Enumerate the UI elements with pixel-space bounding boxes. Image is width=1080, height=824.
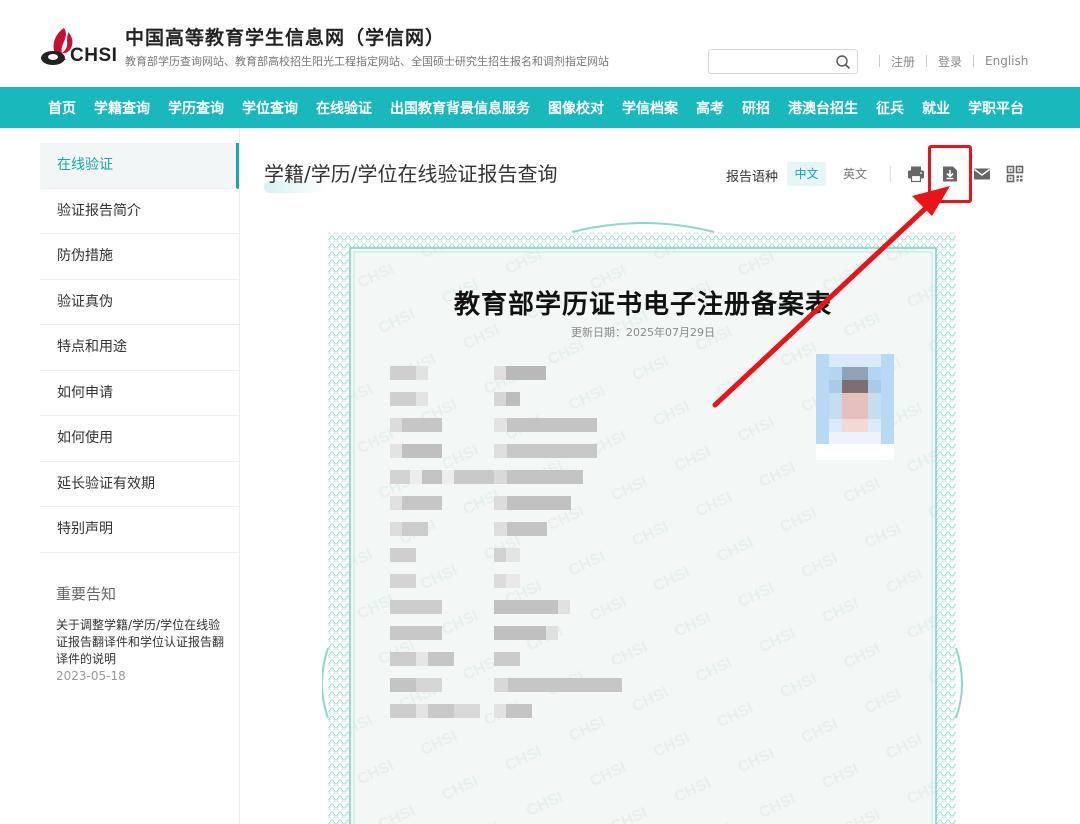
redacted-value	[494, 522, 547, 536]
search-box	[708, 49, 858, 74]
redacted-label	[390, 626, 442, 640]
annotation-highlight-box	[928, 145, 972, 203]
qrcode-icon[interactable]	[1006, 165, 1024, 183]
site-title: 中国高等教育学生信息网（学信网）	[125, 27, 446, 49]
student-photo-pixelated	[816, 354, 894, 460]
site-header: CHSI 中国高等教育学生信息网（学信网） 教育部学历查询网站、教育部高校招生阳…	[0, 0, 1080, 87]
nav-item-home[interactable]: 首页	[48, 98, 76, 118]
nav-item-yanzhao[interactable]: 研招	[742, 98, 770, 118]
nav-item-abroad-service[interactable]: 出国教育背景信息服务	[390, 98, 530, 118]
nav-item-degree-query[interactable]: 学位查询	[242, 98, 298, 118]
redacted-value	[494, 704, 532, 718]
certificate-preview: CHSI 教育部学历证书电子注册备案表 更新日期：2025年07月29日	[322, 218, 964, 824]
redacted-label	[390, 652, 454, 666]
sidebar-item-how-apply[interactable]: 如何申请	[40, 371, 239, 416]
redacted-label	[390, 392, 428, 406]
sidebar-item-statement[interactable]: 特别声明	[40, 507, 239, 553]
top-links: 注册 登录 English	[868, 53, 1028, 69]
lang-english-button[interactable]: 英文	[838, 162, 872, 186]
sidebar-item-how-use[interactable]: 如何使用	[40, 416, 239, 462]
divider	[879, 55, 880, 67]
sidebar-item-online-verify[interactable]: 在线验证	[40, 143, 239, 189]
redacted-value	[494, 418, 597, 432]
main-nav: 首页 学籍查询 学历查询 学位查询 在线验证 出国教育背景信息服务 图像校对 学…	[0, 87, 1080, 128]
nav-item-image-check[interactable]: 图像校对	[548, 98, 604, 118]
sidebar-divider	[239, 128, 240, 824]
divider	[973, 55, 975, 67]
notice-link[interactable]: 关于调整学籍/学历/学位在线验证报告翻译件和学位认证报告翻译件的说明	[40, 617, 239, 668]
nav-item-degree-cert-query[interactable]: 学历查询	[168, 98, 224, 118]
redacted-value	[494, 548, 520, 562]
english-link[interactable]: English	[985, 54, 1028, 68]
logo-text: CHSI	[70, 45, 118, 66]
redacted-label	[390, 470, 494, 484]
print-icon[interactable]	[907, 165, 925, 183]
redacted-value	[494, 444, 597, 458]
notice-date: 2023-05-18	[56, 668, 126, 683]
nav-item-hmt[interactable]: 港澳台招生	[788, 98, 858, 118]
sidebar-item-features[interactable]: 特点和用途	[40, 325, 239, 371]
nav-item-archive[interactable]: 学信档案	[622, 98, 678, 118]
nav-item-conscription[interactable]: 征兵	[876, 98, 904, 118]
redacted-label	[390, 600, 442, 614]
redacted-label	[390, 522, 428, 536]
redacted-value	[494, 392, 520, 406]
redacted-value	[494, 496, 571, 510]
search-input[interactable]	[715, 53, 833, 71]
redacted-value	[494, 678, 622, 692]
redacted-label	[390, 366, 428, 380]
site-subtitle: 教育部学历查询网站、教育部高校招生阳光工程指定网站、全国硕士研究生招生报名和调剂…	[125, 55, 609, 68]
nav-item-employment[interactable]: 就业	[922, 98, 950, 118]
page-title: 学籍/学历/学位在线验证报告查询	[264, 162, 558, 186]
nav-item-online-verify[interactable]: 在线验证	[316, 98, 372, 118]
redacted-label	[390, 548, 416, 562]
notice-title: 重要告知	[56, 584, 117, 603]
search-icon[interactable]	[835, 54, 851, 70]
sidebar-item-report-intro[interactable]: 验证报告简介	[40, 189, 239, 234]
toolbar-divider	[890, 166, 891, 182]
redacted-value	[494, 600, 570, 614]
redacted-value	[494, 652, 520, 666]
certificate-date: 更新日期：2025年07月29日	[571, 326, 715, 339]
register-link[interactable]: 注册	[891, 53, 915, 70]
redacted-value	[494, 470, 583, 484]
sidebar: 在线验证 验证报告简介 防伪措施 验证真伪 特点和用途 如何申请 如何使用 延长…	[40, 143, 239, 683]
redacted-label	[390, 678, 442, 692]
nav-item-gaokao[interactable]: 高考	[696, 98, 724, 118]
redacted-label	[390, 444, 442, 458]
lang-chinese-button[interactable]: 中文	[787, 162, 826, 186]
certificate-title: 教育部学历证书电子注册备案表	[453, 290, 832, 320]
nav-item-enrollment-query[interactable]: 学籍查询	[94, 98, 150, 118]
mail-icon[interactable]	[973, 165, 991, 183]
redacted-label	[390, 704, 480, 718]
nav-item-career[interactable]: 学职平台	[968, 98, 1024, 118]
redacted-label	[390, 574, 416, 588]
redacted-value	[494, 626, 558, 640]
divider	[926, 55, 928, 67]
redacted-label	[390, 418, 442, 432]
redacted-value	[494, 574, 520, 588]
lang-label: 报告语种	[726, 170, 779, 185]
sidebar-item-anti-fake[interactable]: 防伪措施	[40, 234, 239, 280]
login-link[interactable]: 登录	[938, 53, 962, 70]
sidebar-item-verify-auth[interactable]: 验证真伪	[40, 280, 239, 325]
sidebar-item-extend[interactable]: 延长验证有效期	[40, 462, 239, 507]
redacted-label	[390, 496, 442, 510]
redacted-value	[494, 366, 546, 380]
